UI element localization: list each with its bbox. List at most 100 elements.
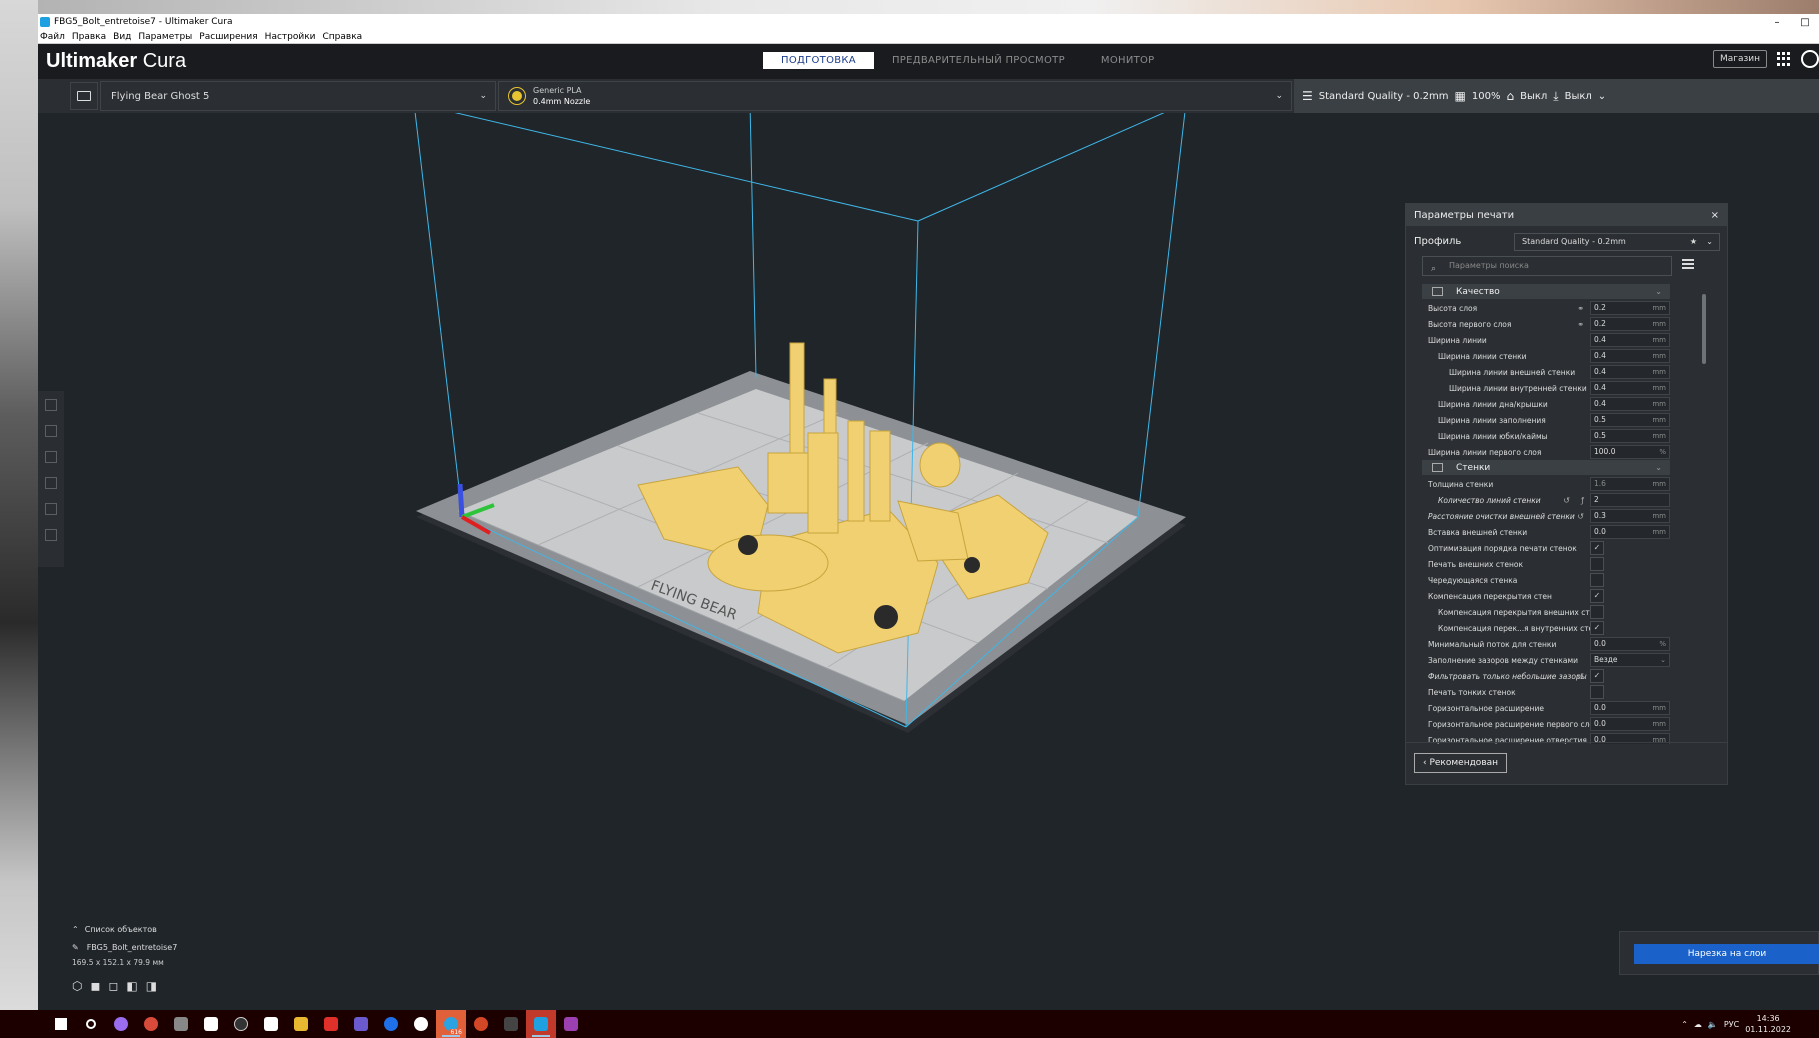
setting-value-input[interactable]: 0.3 mm (1590, 509, 1670, 523)
setting-value-input[interactable]: 2 (1590, 493, 1670, 507)
setting-value-input[interactable]: 0.5 mm (1590, 429, 1670, 443)
menu-edit[interactable]: Правка (72, 32, 106, 42)
powerpoint-icon[interactable] (466, 1010, 496, 1038)
chrome-icon[interactable] (136, 1010, 166, 1038)
tab-preview[interactable]: ПРЕДВАРИТЕЛЬНЫЙ ПРОСМОТР (874, 52, 1083, 69)
setting-value-input[interactable]: 0.5 mm (1590, 413, 1670, 427)
explorer-icon[interactable] (286, 1010, 316, 1038)
printer-selector[interactable]: Flying Bear Ghost 5 ⌄ (100, 81, 496, 111)
close-icon[interactable]: × (1711, 210, 1719, 221)
setting-value-input[interactable]: 0.0% (1590, 637, 1670, 651)
settings-category[interactable]: Стенки ⌄ (1422, 460, 1670, 475)
tab-prepare[interactable]: ПОДГОТОВКА (763, 52, 874, 69)
yandex-icon[interactable] (316, 1010, 346, 1038)
file-icon[interactable] (196, 1010, 226, 1038)
start-menu-icon[interactable] (46, 1010, 76, 1038)
setting-checkbox[interactable] (1590, 573, 1604, 587)
3d-view-icon[interactable]: ⬡ (72, 979, 82, 993)
yandex-browser-icon[interactable] (406, 1010, 436, 1038)
settings-search-input[interactable]: ⌕ Параметры поиска (1422, 256, 1672, 276)
menu-help[interactable]: Справка (323, 32, 363, 42)
mirror-tool-icon[interactable] (45, 477, 57, 489)
setting-value-input[interactable]: 0.4 mm (1590, 333, 1670, 347)
cura-taskbar-icon[interactable] (526, 1010, 556, 1038)
setting-value-input[interactable]: 1.6 mm (1590, 477, 1670, 491)
telegram-icon[interactable]: 616 (436, 1010, 466, 1038)
app-icon[interactable] (346, 1010, 376, 1038)
obs-icon[interactable] (226, 1010, 256, 1038)
settings-visibility-menu-icon[interactable] (1682, 259, 1694, 269)
object-list-toggle[interactable]: ⌃ Список объектов (72, 925, 372, 934)
setting-value-input[interactable]: 0.2 mm (1590, 317, 1670, 331)
setting-value-input[interactable]: Везде ⌄ (1590, 653, 1670, 667)
link-icon[interactable]: ⚭ (1577, 320, 1584, 329)
setting-row: Чередующаяся стенка (1422, 572, 1670, 588)
setting-value-input[interactable]: 0.4 mm (1590, 381, 1670, 395)
settings-scrollbar[interactable] (1702, 294, 1706, 364)
rotate-tool-icon[interactable] (45, 451, 57, 463)
setting-checkbox[interactable] (1590, 685, 1604, 699)
support-blocker-icon[interactable] (45, 529, 57, 541)
right-view-icon[interactable]: ◨ (146, 979, 157, 993)
chevron-up-icon[interactable]: ⌃ (1681, 1020, 1688, 1029)
setting-checkbox[interactable]: ✓ (1590, 669, 1604, 683)
search-icon[interactable] (76, 1010, 106, 1038)
setting-value-input[interactable]: 0.0 mm (1590, 701, 1670, 715)
setting-value-input[interactable]: 0.0 mm (1590, 525, 1670, 539)
account-avatar-icon[interactable] (1801, 50, 1819, 68)
slice-button[interactable]: Нарезка на слои (1634, 944, 1819, 964)
menu-settings[interactable]: Параметры (138, 32, 192, 42)
setting-checkbox[interactable] (1590, 605, 1604, 619)
setting-checkbox[interactable]: ✓ (1590, 621, 1604, 635)
winrar-icon[interactable] (556, 1010, 586, 1038)
move-tool-icon[interactable] (45, 399, 57, 411)
material-selector[interactable]: Generic PLA 0.4mm Nozzle ⌄ (498, 81, 1292, 111)
front-view-icon[interactable]: ◼ (90, 979, 100, 993)
menu-file[interactable]: Файл (40, 32, 65, 42)
setting-row: Компенсация перекрытия стен ✓ (1422, 588, 1670, 604)
setting-value-input[interactable]: 100.0% (1590, 445, 1670, 459)
maximize-button[interactable]: □ (1791, 17, 1819, 28)
setting-value-input[interactable]: 0.4 mm (1590, 349, 1670, 363)
reset-icon[interactable]: ↺ (1577, 512, 1584, 521)
minimize-button[interactable]: – (1763, 17, 1791, 28)
profile-dropdown[interactable]: Standard Quality - 0.2mm ★ ⌄ (1514, 233, 1720, 251)
clock[interactable]: 14:36 01.11.2022 (1745, 1013, 1791, 1035)
reset-icon[interactable]: ↺ (1563, 496, 1570, 505)
app-icon[interactable] (376, 1010, 406, 1038)
open-file-button[interactable] (70, 82, 98, 110)
left-view-icon[interactable]: ◧ (126, 979, 137, 993)
app-icon[interactable] (256, 1010, 286, 1038)
menu-preferences[interactable]: Настройки (265, 32, 316, 42)
network-icon[interactable]: ☁ (1694, 1020, 1702, 1029)
setting-checkbox[interactable]: ✓ (1590, 541, 1604, 555)
setting-checkbox[interactable] (1590, 557, 1604, 571)
setting-value-input[interactable]: 0.0 mm (1590, 717, 1670, 731)
setting-value-input[interactable]: 0.4 mm (1590, 365, 1670, 379)
reset-icon[interactable]: ↺ (1577, 672, 1584, 681)
function-icon[interactable]: ƒ (1581, 496, 1584, 505)
setting-checkbox[interactable]: ✓ (1590, 589, 1604, 603)
language-indicator[interactable]: РУС (1724, 1020, 1739, 1029)
recommended-mode-button[interactable]: ‹ Рекомендован (1414, 753, 1508, 773)
tab-monitor[interactable]: МОНИТОР (1083, 52, 1173, 69)
top-view-icon[interactable]: ◻ (108, 979, 118, 993)
link-icon[interactable]: ⚭ (1577, 304, 1584, 313)
app-icon[interactable] (496, 1010, 526, 1038)
chevron-down-icon: ⌄ (1655, 463, 1662, 472)
print-settings-selector[interactable]: ☰ Standard Quality - 0.2mm ▦ 100% ⌂ Выкл… (1294, 79, 1819, 113)
setting-value-input[interactable]: 0.4 mm (1590, 397, 1670, 411)
marketplace-button[interactable]: Магазин (1712, 50, 1767, 68)
3d-viewport[interactable]: FLYING BEAR Параметры печати × Профиль S… (38, 113, 1819, 1010)
menu-extensions[interactable]: Расширения (199, 32, 257, 42)
setting-value-input[interactable]: 0.2 mm (1590, 301, 1670, 315)
app-icon[interactable] (166, 1010, 196, 1038)
apps-grid-icon[interactable] (1777, 52, 1791, 66)
per-model-settings-icon[interactable] (45, 503, 57, 515)
settings-category[interactable]: Качество ⌄ (1422, 284, 1670, 299)
cortana-icon[interactable] (106, 1010, 136, 1038)
menu-view[interactable]: Вид (113, 32, 131, 42)
setting-label: Печать тонких стенок (1428, 687, 1516, 697)
volume-icon[interactable]: 🔈 (1708, 1020, 1718, 1029)
scale-tool-icon[interactable] (45, 425, 57, 437)
